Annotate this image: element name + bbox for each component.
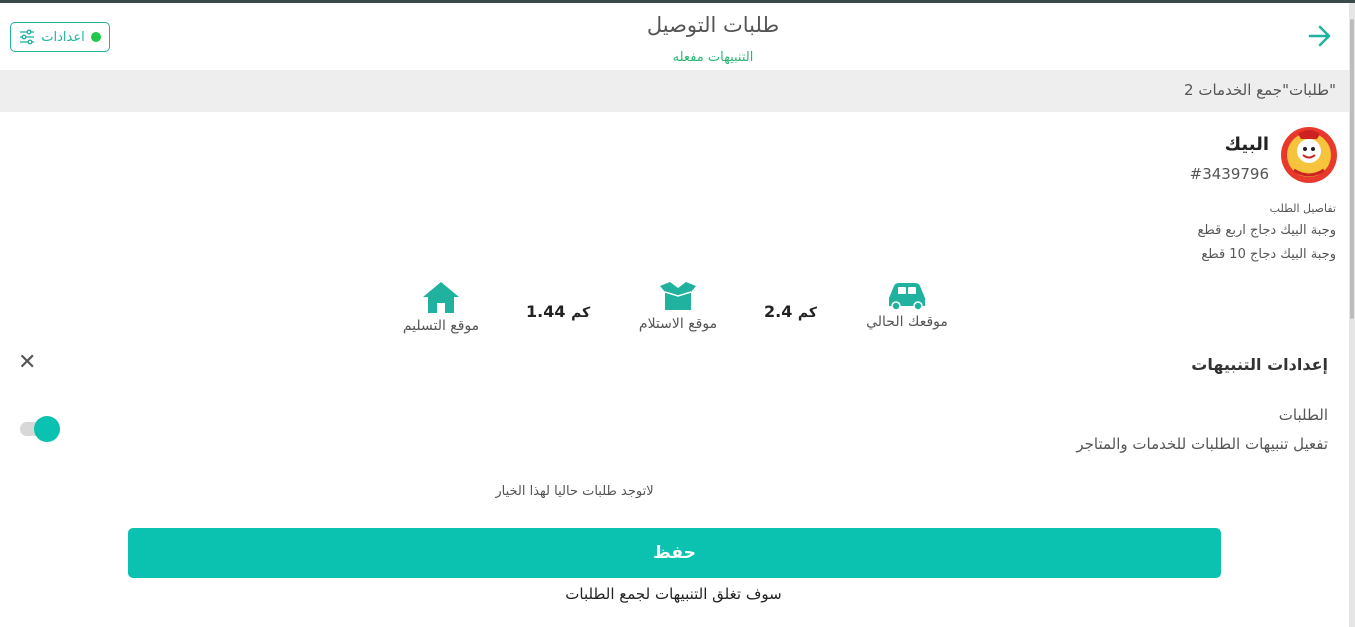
order-number: #3439796 (1189, 165, 1269, 183)
toggle-knob (34, 416, 60, 442)
distance-value: كم 1.44 (526, 302, 590, 321)
pickup-location-metric: موقع الاستلام (630, 280, 726, 332)
status-dot (90, 32, 101, 42)
orders-alert-toggle[interactable] (20, 416, 60, 442)
alerts-status-text: التنبيهات مفعله (672, 50, 754, 65)
current-location-label: موقعك الحالي (866, 314, 948, 330)
delivery-location-label: موقع التسليم (402, 318, 480, 334)
order-card[interactable]: البيك #3439796 تفاصيل الطلب وجبة البيك د… (0, 112, 1349, 334)
sliders-icon (20, 29, 34, 45)
order-item: وجبة البيك دجاج 10 قطع (1201, 247, 1336, 262)
distance-number: 2.4 (764, 302, 793, 321)
category-label: "طلبات"جمع الخدمات 2 (1184, 81, 1336, 99)
pickup-location-label: موقع الاستلام (638, 316, 718, 332)
scrollbar[interactable] (1349, 3, 1355, 627)
empty-state-message: لاتوجد طلبات حاليا لهذا الخيار (495, 484, 654, 499)
close-icon[interactable]: ✕ (18, 352, 36, 374)
order-details-label: تفاصيل الطلب (1269, 202, 1336, 215)
distance-unit: كم (571, 305, 591, 321)
save-button[interactable]: حفظ (128, 528, 1221, 578)
car-icon (889, 283, 925, 310)
footer-note: سوف تغلق التنبيهات لجمع الطلبات (565, 585, 782, 603)
current-location-metric: موقعك الحالي (862, 280, 952, 330)
box-icon (660, 282, 696, 310)
distance-unit: كم (797, 305, 818, 321)
order-item: وجبة البيك دجاج اربع قطع (1197, 223, 1336, 238)
notification-settings-sheet: ✕ إعدادات التنبيهات الطلبات تفعيل تنبيها… (0, 334, 1349, 627)
settings-button[interactable]: اعدادات (10, 22, 110, 52)
app-header: طلبات التوصيل التنبيهات مفعله اعدادات (0, 3, 1349, 70)
delivery-location-metric: موقع التسليم (396, 280, 486, 334)
store-name: البيك (1224, 134, 1269, 155)
sheet-title: إعدادات التنبيهات (1191, 355, 1328, 374)
distance-value: كم 2.4 (764, 302, 817, 321)
distance-number: 1.44 (526, 302, 566, 321)
home-icon (423, 282, 459, 313)
category-bar: "طلبات"جمع الخدمات 2 (0, 70, 1349, 112)
albaik-logo (1281, 127, 1337, 183)
orders-toggle-title: الطلبات (1278, 406, 1328, 424)
settings-label: اعدادات (41, 29, 85, 45)
page-title: طلبات التوصيل (646, 13, 780, 37)
orders-toggle-description: تفعيل تنبيهات الطلبات للخدمات والمتاجر (1076, 435, 1328, 453)
